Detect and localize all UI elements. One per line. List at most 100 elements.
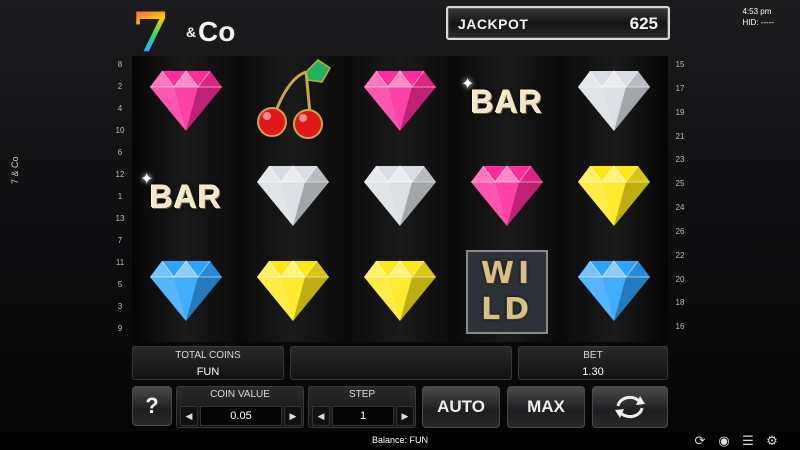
white-diamond-icon bbox=[362, 160, 438, 235]
reel-symbol-white-diamond bbox=[562, 56, 666, 148]
bar-text: BAR bbox=[149, 178, 223, 215]
logo-amp: & bbox=[186, 24, 197, 40]
wild-text-line: WI bbox=[480, 256, 534, 291]
step-increase-button[interactable]: ▶ bbox=[396, 406, 414, 426]
white-diamond-icon bbox=[576, 65, 652, 140]
clock: 4:53 pm HID: ----- bbox=[742, 6, 774, 28]
white-diamond-icon bbox=[255, 160, 331, 235]
reel-symbol-bar: BAR ✦ bbox=[134, 151, 238, 243]
payline-number: 22 bbox=[675, 250, 685, 260]
payline-number: 19 bbox=[675, 107, 685, 117]
payline-number: 8 bbox=[117, 60, 123, 69]
balance-text: Balance: FUN bbox=[371, 435, 429, 445]
total-coins-panel: TOTAL COINS FUN bbox=[132, 346, 284, 380]
bet-panel: BET 1.30 bbox=[518, 346, 668, 380]
pink-diamond-icon bbox=[469, 160, 545, 235]
reel-symbol-pink-diamond bbox=[455, 151, 559, 243]
help-button[interactable]: ? bbox=[132, 386, 172, 426]
status-bar: Balance: FUN ⟳ ◉ ☰ ⚙ bbox=[0, 432, 800, 450]
payline-number: 2 bbox=[117, 82, 123, 91]
reel-symbol-white-diamond bbox=[241, 151, 345, 243]
payline-number: 26 bbox=[675, 226, 685, 236]
bet-label: BET bbox=[583, 350, 603, 361]
arrow-left-icon: ◀ bbox=[185, 410, 193, 421]
reel-symbol-wild: WI LD bbox=[455, 246, 559, 338]
hid-label: HID: ----- bbox=[742, 18, 774, 27]
side-game-title: 7 & Co bbox=[10, 156, 20, 184]
payline-number: 20 bbox=[675, 274, 685, 284]
payline-number: 23 bbox=[675, 155, 685, 165]
coin-value-label: COIN VALUE bbox=[210, 389, 270, 400]
arrow-right-icon: ▶ bbox=[401, 410, 409, 421]
pink-diamond-icon bbox=[362, 65, 438, 140]
payline-number: 7 bbox=[117, 236, 123, 245]
wild-symbol: WI LD bbox=[466, 250, 548, 334]
wild-text-line: LD bbox=[480, 292, 534, 327]
cherries-icon bbox=[248, 58, 338, 147]
jackpot-display: JACKPOT 625 bbox=[446, 6, 670, 40]
pink-diamond-icon bbox=[148, 65, 224, 140]
payline-number: 16 bbox=[675, 322, 685, 332]
payline-number: 11 bbox=[115, 258, 125, 267]
coin-value-field: 0.05 bbox=[200, 406, 282, 426]
payline-number: 12 bbox=[115, 170, 125, 179]
jackpot-value: 625 bbox=[629, 14, 658, 33]
jackpot-label: JACKPOT bbox=[458, 16, 529, 32]
payline-number: 9 bbox=[117, 324, 123, 333]
step-label: STEP bbox=[348, 389, 376, 400]
message-panel bbox=[290, 346, 512, 380]
payline-number: 21 bbox=[675, 131, 685, 141]
step-decrease-button[interactable]: ◀ bbox=[312, 406, 330, 426]
yellow-diamond-icon bbox=[255, 255, 331, 330]
menu-icon[interactable]: ☰ bbox=[740, 433, 756, 449]
total-coins-value: FUN bbox=[196, 366, 220, 378]
settings-icon[interactable]: ⚙ bbox=[764, 433, 780, 449]
logo-co: Co bbox=[198, 16, 236, 47]
reel-symbol-cherries bbox=[241, 56, 345, 148]
coin-value-increase-button[interactable]: ▶ bbox=[284, 406, 302, 426]
reel-area[interactable]: BAR ✦ BAR ✦ WI LD bbox=[132, 56, 668, 342]
reel-symbol-blue-diamond bbox=[134, 246, 238, 338]
spin-button[interactable] bbox=[592, 386, 668, 428]
payline-number: 3 bbox=[117, 302, 123, 311]
total-coins-label: TOTAL COINS bbox=[175, 350, 241, 361]
payline-number: 4 bbox=[117, 104, 123, 113]
payline-number: 24 bbox=[675, 203, 685, 212]
reel-symbol-pink-diamond bbox=[134, 56, 238, 148]
clock-time: 4:53 pm bbox=[742, 7, 772, 16]
logo-seven: 7 bbox=[132, 0, 170, 64]
auto-button[interactable]: AUTO bbox=[422, 386, 500, 428]
reel-symbol-yellow-diamond bbox=[241, 246, 345, 338]
game-stage: 7 & Co 7 & Co JACKPOT 625 4:53 pm HID: -… bbox=[0, 0, 800, 450]
payline-number: 10 bbox=[115, 126, 125, 135]
payline-number: 6 bbox=[117, 148, 123, 157]
payline-number: 18 bbox=[675, 298, 685, 308]
sparkle-icon: ✦ bbox=[140, 171, 154, 188]
spin-icon bbox=[615, 395, 645, 419]
reel-symbol-bar: BAR ✦ bbox=[455, 56, 559, 148]
reel-symbol-white-diamond bbox=[348, 151, 452, 243]
coin-value-decrease-button[interactable]: ◀ bbox=[180, 406, 198, 426]
step-field: 1 bbox=[332, 406, 394, 426]
blue-diamond-icon bbox=[576, 255, 652, 330]
reel-symbol-pink-diamond bbox=[348, 56, 452, 148]
bar-text: BAR bbox=[470, 83, 544, 120]
refresh-icon[interactable]: ⟳ bbox=[692, 433, 708, 449]
payline-number: 1 bbox=[117, 192, 123, 201]
yellow-diamond-icon bbox=[362, 255, 438, 330]
reel-symbol-blue-diamond bbox=[562, 246, 666, 338]
payline-number: 25 bbox=[675, 179, 685, 189]
yellow-diamond-icon bbox=[576, 160, 652, 235]
max-button[interactable]: MAX bbox=[507, 386, 585, 428]
payline-number: 15 bbox=[675, 60, 685, 69]
arrow-right-icon: ▶ bbox=[289, 410, 297, 421]
game-logo: 7 & Co bbox=[132, 0, 252, 64]
payline-number: 5 bbox=[117, 280, 123, 289]
reel-symbol-yellow-diamond bbox=[348, 246, 452, 338]
bet-value: 1.30 bbox=[582, 366, 604, 378]
reel-symbol-yellow-diamond bbox=[562, 151, 666, 243]
payline-number: 13 bbox=[115, 214, 125, 223]
sparkle-icon: ✦ bbox=[461, 76, 475, 93]
arrow-left-icon: ◀ bbox=[317, 410, 325, 421]
sound-icon[interactable]: ◉ bbox=[716, 433, 732, 449]
